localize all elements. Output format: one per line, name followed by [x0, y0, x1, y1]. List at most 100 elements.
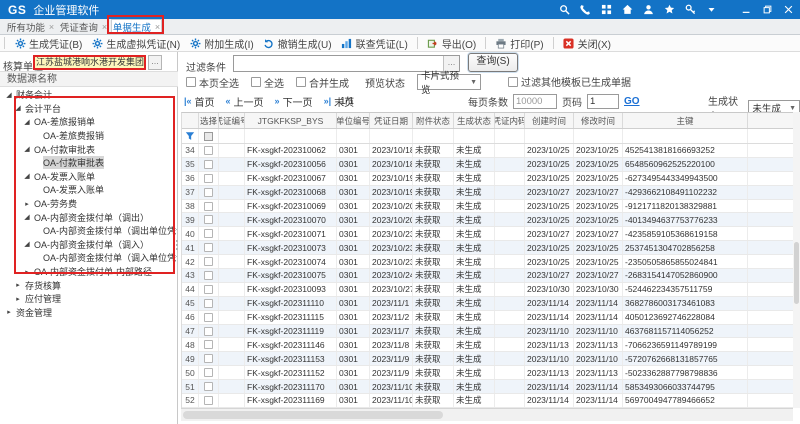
close-button[interactable]: 关闭(X)	[563, 36, 611, 51]
table-row[interactable]: 48FK-xsgkf-20231114603012023/11/8未获取未生成2…	[182, 338, 793, 352]
row-checkbox[interactable]	[204, 257, 213, 266]
filter-cell-sel[interactable]	[199, 129, 219, 143]
go-link[interactable]: GO	[624, 96, 640, 107]
apps-icon[interactable]	[600, 4, 612, 16]
cell-sel[interactable]	[199, 366, 219, 379]
cell-sel[interactable]	[199, 241, 219, 254]
checkbox-icon[interactable]	[508, 77, 518, 87]
row-checkbox[interactable]	[204, 299, 213, 308]
tree-collapsed-icon[interactable]: ▸	[23, 268, 31, 276]
column-header-attach[interactable]: 附件状态	[413, 113, 454, 128]
tree-expanded-icon[interactable]: ◢	[23, 145, 31, 153]
cell-sel[interactable]	[199, 158, 219, 171]
tree-node[interactable]: OA-差旅费报销	[0, 129, 177, 143]
cell-sel[interactable]	[199, 269, 219, 282]
row-checkbox[interactable]	[204, 146, 213, 155]
row-checkbox[interactable]	[204, 243, 213, 252]
tree-node[interactable]: ◢OA-付款审批表	[0, 142, 177, 156]
chevron-down-icon[interactable]	[705, 4, 717, 16]
export-button[interactable]: 导出(O)	[427, 36, 476, 51]
filter-select-checkbox[interactable]	[204, 132, 213, 141]
cell-sel[interactable]	[199, 255, 219, 268]
cell-sel[interactable]	[199, 311, 219, 324]
tree-node[interactable]: OA-付款审批表	[0, 156, 177, 170]
horizontal-scrollbar[interactable]	[181, 408, 793, 421]
row-checkbox[interactable]	[204, 160, 213, 169]
select-page-checkbox[interactable]: 本页全选	[186, 75, 239, 90]
table-row[interactable]: 40FK-xsgkf-20231007103012023/10/23未获取未生成…	[182, 227, 793, 241]
cell-sel[interactable]	[199, 144, 219, 157]
table-row[interactable]: 46FK-xsgkf-20231111503012023/11/2未获取未生成2…	[182, 311, 793, 325]
row-checkbox[interactable]	[204, 188, 213, 197]
table-row[interactable]: 45FK-xsgkf-20231111003012023/11/1未获取未生成2…	[182, 297, 793, 311]
org-unit-more-button[interactable]: …	[148, 55, 162, 70]
table-row[interactable]: 44FK-xsgkf-20231009303012023/10/27未获取未生成…	[182, 283, 793, 297]
row-checkbox[interactable]	[204, 215, 213, 224]
table-row[interactable]: 36FK-xsgkf-20231006703012023/10/19未获取未生成…	[182, 172, 793, 186]
cell-sel[interactable]	[199, 380, 219, 393]
panel-splitter-handle[interactable]	[175, 240, 179, 256]
tab-close-icon[interactable]: ×	[155, 22, 160, 32]
column-header-gen[interactable]: 生成状态	[454, 113, 495, 128]
tree-node[interactable]: OA-内部资金拨付单（调入单位凭证）	[0, 251, 177, 265]
org-unit-dropdown[interactable]: 江苏盐城港响水港开发集团有限公司	[33, 55, 146, 70]
tree-collapsed-icon[interactable]: ▸	[23, 200, 31, 208]
column-header-pk[interactable]: 主键	[623, 113, 748, 128]
tree-node[interactable]: ▸OA-劳务费	[0, 197, 177, 211]
cell-sel[interactable]	[199, 172, 219, 185]
prev-page-button[interactable]: « 上一页	[226, 94, 264, 109]
tree-expanded-icon[interactable]: ◢	[14, 104, 22, 112]
row-checkbox[interactable]	[204, 340, 213, 349]
tree-collapsed-icon[interactable]: ▸	[5, 308, 13, 316]
column-header-date[interactable]: 凭证日期	[370, 113, 413, 128]
vertical-scrollbar-thumb[interactable]	[794, 242, 799, 304]
merge-generate-checkbox[interactable]: 合并生成	[296, 75, 349, 90]
next-page-button[interactable]: » 下一页	[275, 94, 313, 109]
tab-2[interactable]: 凭证查询×	[58, 19, 109, 34]
append-generate-button[interactable]: 附加生成(I)	[189, 36, 253, 51]
table-row[interactable]: 35FK-xsgkf-20231005603012023/10/18未获取未生成…	[182, 158, 793, 172]
preview-status-select[interactable]: 卡片式预览 ▼	[417, 74, 481, 90]
tree-expanded-icon[interactable]: ◢	[23, 213, 31, 221]
tree-node[interactable]: ▸OA-内部资金拨付单-内部路径	[0, 265, 177, 279]
row-checkbox[interactable]	[204, 202, 213, 211]
undo-generate-button[interactable]: 撤销生成(U)	[263, 36, 332, 51]
column-header-sel[interactable]: 选择	[199, 113, 219, 128]
row-checkbox[interactable]	[204, 285, 213, 294]
cell-sel[interactable]	[199, 394, 219, 407]
phone-icon[interactable]	[579, 4, 591, 16]
row-checkbox[interactable]	[204, 354, 213, 363]
column-header-created[interactable]: 创建时间	[525, 113, 574, 128]
horizontal-scrollbar-thumb[interactable]	[183, 411, 443, 419]
tree-expanded-icon[interactable]: ◢	[5, 91, 13, 99]
tree-node[interactable]: ▸资金管理	[0, 306, 177, 320]
tab-close-icon[interactable]: ×	[49, 22, 54, 32]
minimize-icon[interactable]	[740, 4, 752, 16]
star-icon[interactable]	[663, 4, 675, 16]
home-icon[interactable]	[621, 4, 633, 16]
table-row[interactable]: 38FK-xsgkf-20231006903012023/10/20未获取未生成…	[182, 200, 793, 214]
table-row[interactable]: 42FK-xsgkf-20231007403012023/10/23未获取未生成…	[182, 255, 793, 269]
first-page-button[interactable]: |« 首页	[184, 94, 215, 109]
table-row[interactable]: 51FK-xsgkf-20231117003012023/11/10未获取未生成…	[182, 380, 793, 394]
close-icon[interactable]	[782, 4, 794, 16]
tree-node[interactable]: ▸存货核算	[0, 278, 177, 292]
row-checkbox[interactable]	[204, 368, 213, 377]
cell-sel[interactable]	[199, 283, 219, 296]
tree-expanded-icon[interactable]: ◢	[23, 172, 31, 180]
page-number-input[interactable]	[587, 94, 619, 109]
table-row[interactable]: 41FK-xsgkf-20231007303012023/10/23未获取未生成…	[182, 241, 793, 255]
row-checkbox[interactable]	[204, 271, 213, 280]
page-size-input[interactable]	[513, 94, 557, 109]
tree-node[interactable]: ◢OA-发票入账单	[0, 170, 177, 184]
column-header-unit[interactable]: 单位编号	[337, 113, 370, 128]
cell-sel[interactable]	[199, 227, 219, 240]
row-checkbox[interactable]	[204, 313, 213, 322]
cell-sel[interactable]	[199, 200, 219, 213]
table-row[interactable]: 49FK-xsgkf-20231115303012023/11/9未获取未生成2…	[182, 352, 793, 366]
tree-expanded-icon[interactable]: ◢	[23, 118, 31, 126]
table-row[interactable]: 50FK-xsgkf-20231115203012023/11/9未获取未生成2…	[182, 366, 793, 380]
column-header-vno[interactable]: 凭证编号	[219, 113, 245, 128]
tab-close-icon[interactable]: ×	[102, 22, 107, 32]
tab-1[interactable]: 所有功能×	[5, 19, 56, 34]
